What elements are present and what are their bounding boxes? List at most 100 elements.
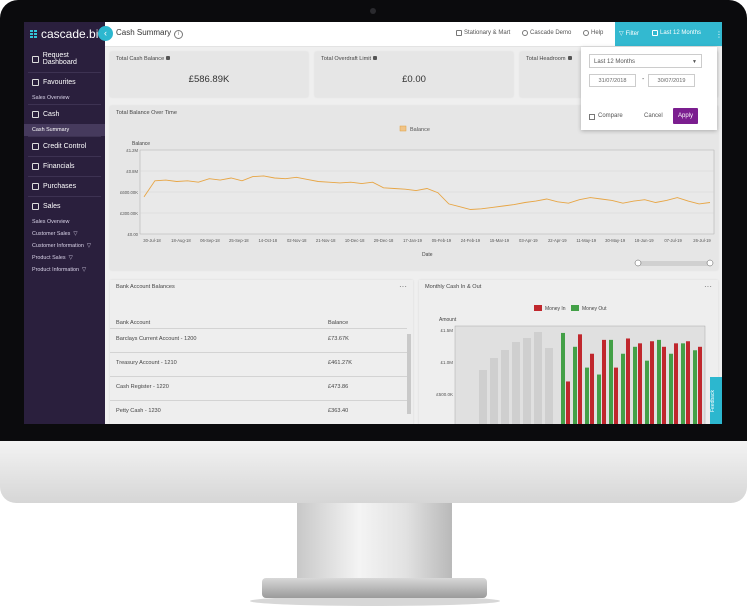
apply-button[interactable]: Apply bbox=[673, 108, 698, 124]
card-menu-icon[interactable]: ··· bbox=[399, 282, 407, 291]
bar-money-in[interactable] bbox=[590, 353, 594, 424]
x-tick-label: 15-Mar-19 bbox=[490, 238, 510, 243]
date-from-input[interactable]: 31/07/2018 bbox=[589, 74, 636, 87]
user-menu[interactable]: Cascade Demo bbox=[522, 30, 571, 36]
bar-money-in[interactable] bbox=[566, 381, 570, 424]
logo-text: cascade.bi bbox=[41, 27, 99, 41]
range-slider-handle-start[interactable] bbox=[634, 259, 642, 267]
x-tick-label: 10-Dec-18 bbox=[345, 238, 365, 243]
app-logo[interactable]: cascade.bi bbox=[24, 22, 105, 46]
comparison-bar bbox=[512, 342, 520, 424]
credit-icon bbox=[32, 143, 39, 150]
compare-label: Compare bbox=[598, 113, 623, 119]
table-row[interactable]: Treasury Account - 1210 £461.27K bbox=[110, 352, 407, 376]
bank-account-balances-card: Bank Account Balances ··· Bank Account B… bbox=[110, 280, 413, 424]
kpi-total-cash-balance: Total Cash Balance £586.89K bbox=[110, 52, 308, 97]
bar-money-in[interactable] bbox=[638, 343, 642, 424]
x-tick-label: 22-Apr-19 bbox=[548, 238, 567, 243]
sidebar-item-purchases[interactable]: Purchases bbox=[24, 177, 105, 196]
comparison-bar bbox=[523, 338, 531, 424]
kpi-value: £586.89K bbox=[188, 74, 230, 85]
range-slider-handle-end[interactable] bbox=[706, 259, 714, 267]
bar-money-out[interactable] bbox=[597, 374, 601, 424]
x-tick-label: 25-Sep-18 bbox=[229, 238, 249, 243]
sidebar-item-financials[interactable]: Financials bbox=[24, 157, 105, 176]
filter-button[interactable]: ▽ Filter bbox=[619, 30, 639, 38]
cancel-button[interactable]: Cancel bbox=[644, 113, 663, 119]
sidebar-subitem-customer-information[interactable]: Customer Information ▽ bbox=[24, 240, 105, 252]
bar-money-out[interactable] bbox=[573, 346, 577, 424]
help-link[interactable]: Help bbox=[583, 30, 603, 36]
x-axis-label: Date bbox=[422, 252, 433, 258]
x-tick-label: 24-Feb-19 bbox=[461, 238, 481, 243]
y-tick-label: £300.00K bbox=[120, 211, 138, 216]
filter-icon: ▽ bbox=[86, 243, 91, 249]
filter-icon: ▽ bbox=[82, 267, 87, 273]
bar-money-in[interactable] bbox=[662, 346, 666, 424]
feedback-tab[interactable]: Feedback bbox=[710, 377, 722, 424]
period-button[interactable]: Last 12 Months bbox=[652, 30, 701, 36]
table-row[interactable]: Petty Cash - 1230 £363.40 bbox=[110, 400, 407, 424]
table-row[interactable]: Cash Register - 1220 £473.86 bbox=[110, 376, 407, 400]
bar-money-in[interactable] bbox=[578, 334, 582, 424]
filter-bar: ▽ Filter Last 12 Months ⋮ bbox=[615, 22, 722, 46]
bar-money-out[interactable] bbox=[633, 346, 637, 424]
info-icon[interactable]: i bbox=[174, 30, 184, 39]
table-scrollbar[interactable] bbox=[407, 334, 411, 414]
chevron-left-icon: ‹ bbox=[104, 28, 107, 38]
bar-money-in[interactable] bbox=[686, 341, 690, 424]
sidebar: cascade.bi Request Dashboard Favourites … bbox=[24, 22, 105, 424]
sidebar-item-favourites[interactable]: Favourites bbox=[24, 73, 105, 92]
more-menu-icon[interactable]: ⋮ bbox=[715, 30, 722, 39]
x-tick-label: 14-Oct-18 bbox=[258, 238, 277, 243]
range-slider-track[interactable] bbox=[638, 261, 710, 266]
bar-money-out[interactable] bbox=[657, 339, 661, 424]
lock-icon bbox=[567, 56, 572, 60]
sidebar-item-credit-control[interactable]: Credit Control bbox=[24, 137, 105, 156]
x-tick-label: 17-Jan-19 bbox=[403, 238, 423, 243]
bar-money-out[interactable] bbox=[585, 367, 589, 424]
compare-checkbox[interactable] bbox=[589, 114, 595, 120]
comparison-bar bbox=[534, 332, 542, 424]
sidebar-subitem-sales-overview-2[interactable]: Sales Overview bbox=[24, 216, 105, 228]
bar-money-out[interactable] bbox=[693, 350, 697, 424]
bar-money-in[interactable] bbox=[614, 367, 618, 424]
bar-money-in[interactable] bbox=[650, 341, 654, 424]
sidebar-subitem-product-information[interactable]: Product Information ▽ bbox=[24, 264, 105, 276]
legend-balance-label: Balance bbox=[410, 127, 430, 133]
balance-chart: Balance Balance Date £1.2M £0.8M £600.00K £… bbox=[120, 125, 715, 267]
y-tick-label: £1.2M bbox=[126, 148, 138, 153]
bar-money-out[interactable] bbox=[621, 353, 625, 424]
sidebar-subitem-product-sales[interactable]: Product Sales ▽ bbox=[24, 252, 105, 264]
bar-money-in[interactable] bbox=[626, 338, 630, 424]
y-tick-label: £1.5M bbox=[440, 328, 453, 333]
help-icon bbox=[583, 30, 589, 36]
bar-money-out[interactable] bbox=[645, 360, 649, 424]
kpi-value: £0.00 bbox=[402, 74, 426, 85]
x-tick-label: 11-May-19 bbox=[576, 238, 596, 243]
bar-money-out[interactable] bbox=[669, 353, 673, 424]
y-tick-label: £500.0K bbox=[436, 392, 453, 397]
sidebar-item-cash[interactable]: Cash bbox=[24, 105, 105, 124]
bar-money-out[interactable] bbox=[609, 339, 613, 424]
sidebar-item-request-dashboard[interactable]: Request Dashboard bbox=[24, 46, 105, 72]
comparison-bar bbox=[501, 350, 509, 424]
date-to-input[interactable]: 30/07/2019 bbox=[648, 74, 695, 87]
x-tick-label: 18-Jun-19 bbox=[635, 238, 655, 243]
x-tick-label: 30-Jul-18 bbox=[143, 238, 161, 243]
filter-icon: ▽ bbox=[619, 31, 624, 37]
sidebar-item-sales[interactable]: Sales bbox=[24, 197, 105, 216]
sidebar-subitem-sales-overview[interactable]: Sales Overview bbox=[24, 92, 105, 104]
company-selector[interactable]: Stationary & Mart bbox=[456, 30, 510, 36]
bar-money-in[interactable] bbox=[674, 343, 678, 424]
building-icon bbox=[456, 30, 462, 36]
bar-money-out[interactable] bbox=[681, 343, 685, 424]
bar-money-in[interactable] bbox=[602, 339, 606, 424]
sidebar-subitem-customer-sales[interactable]: Customer Sales ▽ bbox=[24, 228, 105, 240]
period-select[interactable]: Last 12 Months ▼ bbox=[589, 54, 702, 68]
bar-money-in[interactable] bbox=[698, 346, 702, 424]
back-button[interactable]: ‹ bbox=[98, 26, 113, 41]
bar-money-out[interactable] bbox=[561, 332, 565, 424]
table-row[interactable]: Barclays Current Account - 1200 £73.67K bbox=[110, 328, 407, 352]
sidebar-subitem-cash-summary[interactable]: Cash Summary bbox=[24, 124, 105, 136]
